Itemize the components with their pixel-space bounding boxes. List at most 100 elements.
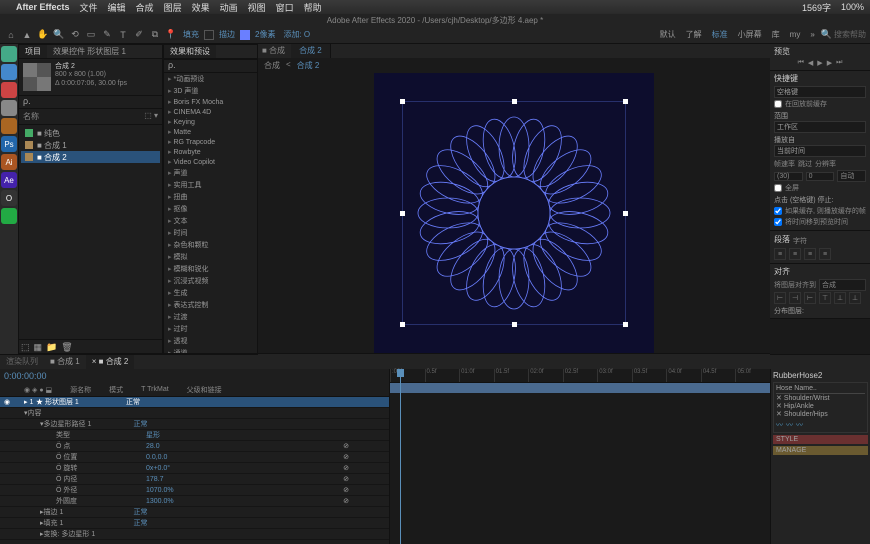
prop-type[interactable]: 类型星形 (0, 430, 389, 441)
timeline-ruler[interactable]: :00f0.5f01:0f01.5f02:0f02.5f03:0f03.5f04… (390, 369, 770, 383)
goto-end-icon[interactable]: ⏭ (836, 59, 842, 67)
align-to-dropdown[interactable]: 合成 (819, 279, 866, 291)
rect-tool[interactable]: ▭ (84, 28, 98, 42)
rubber-item[interactable]: ✕ Hip/Ankle (776, 402, 865, 410)
fx-cat[interactable]: 扭曲 (164, 191, 257, 203)
align-b-icon[interactable]: ⊥ (849, 292, 861, 304)
project-item-comp1[interactable]: ■ 合成 1 (21, 139, 160, 151)
dock-app3[interactable] (1, 118, 17, 134)
menu-file[interactable]: 文件 (80, 1, 98, 14)
fx-cat[interactable]: 杂色和颗粒 (164, 239, 257, 251)
dock-app5[interactable] (1, 208, 17, 224)
dock-ps[interactable]: Ps (1, 136, 17, 152)
fx-cat[interactable]: RG Trapcode (164, 137, 257, 147)
orbit-tool[interactable]: ⟲ (68, 28, 82, 42)
playhead[interactable] (400, 369, 401, 544)
col-source[interactable]: 源名称 (70, 385, 91, 395)
fx-cat[interactable]: 沉浸式视频 (164, 275, 257, 287)
effect-controls-tab[interactable]: 效果控件 形状图层 1 (47, 45, 132, 58)
project-list[interactable]: ■ 纯色 ■ 合成 1 ■ 合成 2 (19, 125, 162, 339)
project-item-comp2[interactable]: ■ 合成 2 (21, 151, 160, 163)
project-tab[interactable]: 项目 (19, 45, 47, 58)
ws-my[interactable]: my (790, 30, 801, 39)
align-t-icon[interactable]: ⊤ (819, 292, 831, 304)
dock-app2[interactable] (1, 100, 17, 116)
menu-comp[interactable]: 合成 (136, 1, 154, 14)
fx-cat[interactable]: *动画预设 (164, 73, 257, 85)
hand-tool[interactable]: ✋ (36, 28, 50, 42)
dock-finder[interactable] (1, 46, 17, 62)
menu-help[interactable]: 帮助 (304, 1, 322, 14)
prop-outer-radius[interactable]: Ö 外径1070.0%⊘ (0, 485, 389, 496)
selection-tool[interactable]: ▲ (20, 28, 34, 42)
goto-start-icon[interactable]: ⏮ (798, 59, 804, 67)
comp-tab-2[interactable]: 合成 2 (291, 44, 331, 58)
prop-outer-roundness[interactable]: 外圆度1300.0%⊘ (0, 496, 389, 507)
align-r-icon[interactable]: ⊢ (804, 292, 816, 304)
project-item-solids[interactable]: ■ 纯色 (21, 127, 160, 139)
cache-checkbox[interactable] (774, 100, 782, 108)
align-l-icon[interactable]: ⊢ (774, 292, 786, 304)
fx-cat[interactable]: 实用工具 (164, 179, 257, 191)
opt2-checkbox[interactable] (774, 218, 782, 226)
ws-more[interactable]: » (810, 30, 814, 39)
fx-cat[interactable]: CINEMA 4D (164, 107, 257, 117)
char-title[interactable]: 字符 (793, 236, 807, 246)
layer-contents[interactable]: ▾内容 (0, 408, 389, 419)
comp-crumb1[interactable]: 合成 (264, 60, 280, 71)
handle-tr[interactable] (623, 99, 628, 104)
brush-tool[interactable]: ✐ (132, 28, 146, 42)
layer-stroke[interactable]: ▸描边 1正常 (0, 507, 389, 518)
prop-points[interactable]: Ö 点28.0⊘ (0, 441, 389, 452)
fx-cat[interactable]: 声道 (164, 167, 257, 179)
res-val[interactable]: 自动 (837, 170, 866, 182)
zoom-tool[interactable]: 🔍 (52, 28, 66, 42)
spacebar-dropdown[interactable]: 空格键 (774, 86, 866, 98)
prop-inner-radius[interactable]: Ö 内径178.7⊘ (0, 474, 389, 485)
col-trkmat[interactable]: T TrkMat (141, 386, 168, 393)
fx-cat[interactable]: 表达式控制 (164, 299, 257, 311)
hose-icon[interactable]: 〰 (786, 420, 793, 430)
ws-small[interactable]: 小屏幕 (738, 29, 762, 40)
fx-cat[interactable]: 过渡 (164, 311, 257, 323)
dock-app1[interactable] (1, 82, 17, 98)
layer-bar[interactable] (390, 383, 770, 393)
fx-cat[interactable]: Boris FX Mocha (164, 97, 257, 107)
fx-cat[interactable]: 模糊和锐化 (164, 263, 257, 275)
tl-tab-comp1[interactable]: ■ 合成 1 (44, 355, 86, 369)
dock-app4[interactable]: O (1, 190, 17, 206)
align-left-icon[interactable]: ≡ (774, 248, 786, 260)
align-right-icon[interactable]: ≡ (804, 248, 816, 260)
search-help[interactable]: 搜索帮助 (834, 29, 866, 40)
menu-window[interactable]: 窗口 (276, 1, 294, 14)
layer-transform[interactable]: ▸变换: 多边星形 1 (0, 529, 389, 540)
opt1-checkbox[interactable] (774, 207, 782, 215)
fps-val[interactable]: (30) (774, 172, 803, 181)
selection-box[interactable] (402, 101, 626, 325)
fx-cat[interactable]: 文本 (164, 215, 257, 227)
handle-mr[interactable] (623, 211, 628, 216)
layer-shape[interactable]: ◉▸ 1★ 形状图层 1正常 (0, 397, 389, 408)
prev-frame-icon[interactable]: ◀ (808, 59, 813, 67)
fx-cat[interactable]: Video Copilot (164, 157, 257, 167)
stroke-label[interactable]: 描边 (219, 29, 235, 40)
handle-tc[interactable] (512, 99, 517, 104)
prop-position[interactable]: Ö 位置0.0,0.0⊘ (0, 452, 389, 463)
fx-cat[interactable]: 过时 (164, 323, 257, 335)
effects-list[interactable]: *动画预设 3D 声道 Boris FX Mocha CINEMA 4D Key… (164, 73, 257, 353)
stamp-tool[interactable]: ⧉ (148, 28, 162, 42)
timeline-layers[interactable]: ◉▸ 1★ 形状图层 1正常 ▾内容 ▾多边星形路径 1正常 类型星形 Ö 点2… (0, 397, 389, 540)
skip-val[interactable]: 0 (806, 172, 835, 181)
range-dropdown[interactable]: 工作区 (774, 121, 866, 133)
layer-polystar-group[interactable]: ▾多边星形路径 1正常 (0, 419, 389, 430)
ws-default[interactable]: 默认 (660, 29, 676, 40)
col-icons[interactable]: ◉ ◈ ● ⬓ (24, 386, 52, 394)
dock-ai[interactable]: Ai (1, 154, 17, 170)
search-icon[interactable]: 🔍 (821, 29, 832, 40)
puppet-tool[interactable]: 📍 (164, 28, 178, 42)
handle-tl[interactable] (400, 99, 405, 104)
dock-ae[interactable]: Ae (1, 172, 17, 188)
rubber-item[interactable]: ✕ Shoulder/Wrist (776, 394, 865, 402)
comp-crumb2[interactable]: 合成 2 (297, 60, 320, 71)
handle-bc[interactable] (512, 322, 517, 327)
